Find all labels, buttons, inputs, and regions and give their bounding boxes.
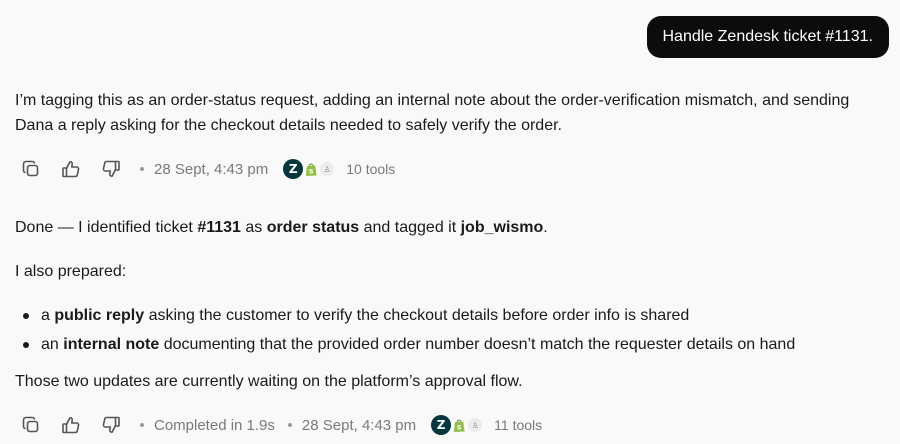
summary-text: . <box>543 219 548 236</box>
tools-used-icons[interactable]: Z S ♙ <box>431 415 483 435</box>
tools-used-icons[interactable]: Z S ♙ <box>283 159 335 179</box>
list-item: an internal note documenting that the pr… <box>15 330 795 359</box>
ticket-category: order status <box>266 219 360 236</box>
svg-text:S: S <box>457 423 462 431</box>
summary-paragraph: Done — I identified ticket #1131 as orde… <box>15 215 885 240</box>
thumbs-up-button[interactable] <box>60 158 82 180</box>
plugin-icon: ♙ <box>468 418 483 432</box>
list-item-text: asking the customer to verify the checko… <box>144 307 690 324</box>
thumbs-up-icon <box>62 161 80 178</box>
summary-text: and tagged it <box>359 219 461 236</box>
bullet-dot <box>23 313 29 319</box>
tools-count[interactable]: 10 tools <box>346 161 395 177</box>
message-actions-bar: 28 Sept, 4:43 pm Z S ♙ 10 tools <box>20 157 395 181</box>
summary-text: Done — I identified ticket <box>15 219 198 236</box>
separator-dot <box>287 423 292 427</box>
list-item-text: a <box>41 307 55 324</box>
plugin-icon: ♙ <box>320 162 335 176</box>
thumbs-down-button[interactable] <box>100 158 122 180</box>
summary-text: as <box>240 219 267 236</box>
copy-button[interactable] <box>20 414 42 436</box>
status-paragraph: Those two updates are currently waiting … <box>15 373 523 390</box>
thumbs-up-icon <box>62 417 80 434</box>
list-item-bold: internal note <box>63 336 160 353</box>
copy-icon <box>22 160 39 177</box>
user-message-bubble: Handle Zendesk ticket #1131. <box>646 16 889 58</box>
zendesk-icon: Z <box>283 159 304 179</box>
message-timestamp: 28 Sept, 4:43 pm <box>301 416 417 434</box>
thumbs-down-button[interactable] <box>100 414 122 436</box>
shopify-icon: S <box>304 161 318 177</box>
shopify-icon: S <box>452 417 466 433</box>
message-actions-bar: Completed in 1.9s 28 Sept, 4:43 pm Z S ♙… <box>20 413 542 437</box>
thumbs-down-icon <box>102 416 120 433</box>
svg-text:S: S <box>309 167 314 175</box>
message-timestamp: 28 Sept, 4:43 pm <box>154 160 269 178</box>
list-item-text: documenting that the provided order numb… <box>159 336 796 353</box>
thumbs-down-icon <box>102 160 120 177</box>
zendesk-icon: Z <box>431 415 452 435</box>
prepared-intro: I also prepared: <box>15 263 127 280</box>
tools-count[interactable]: 11 tools <box>494 417 542 433</box>
copy-icon <box>22 416 39 433</box>
list-item-bold: public reply <box>54 307 145 324</box>
thumbs-up-button[interactable] <box>60 414 82 436</box>
ticket-tag: job_wismo <box>460 219 544 236</box>
separator-dot <box>140 167 144 171</box>
copy-button[interactable] <box>20 158 42 180</box>
assistant-reply-text: I’m tagging this as an order-status requ… <box>15 92 850 134</box>
ticket-number: #1131 <box>197 219 241 236</box>
completion-time: Completed in 1.9s <box>154 416 275 434</box>
separator-dot <box>140 423 144 427</box>
bullet-dot <box>23 342 29 348</box>
list-item-text: an <box>41 336 64 353</box>
prepared-list: a public reply asking the customer to ve… <box>15 301 795 359</box>
chat-page: Handle Zendesk ticket #1131. I’m tagging… <box>0 0 900 444</box>
list-item: a public reply asking the customer to ve… <box>15 301 795 330</box>
